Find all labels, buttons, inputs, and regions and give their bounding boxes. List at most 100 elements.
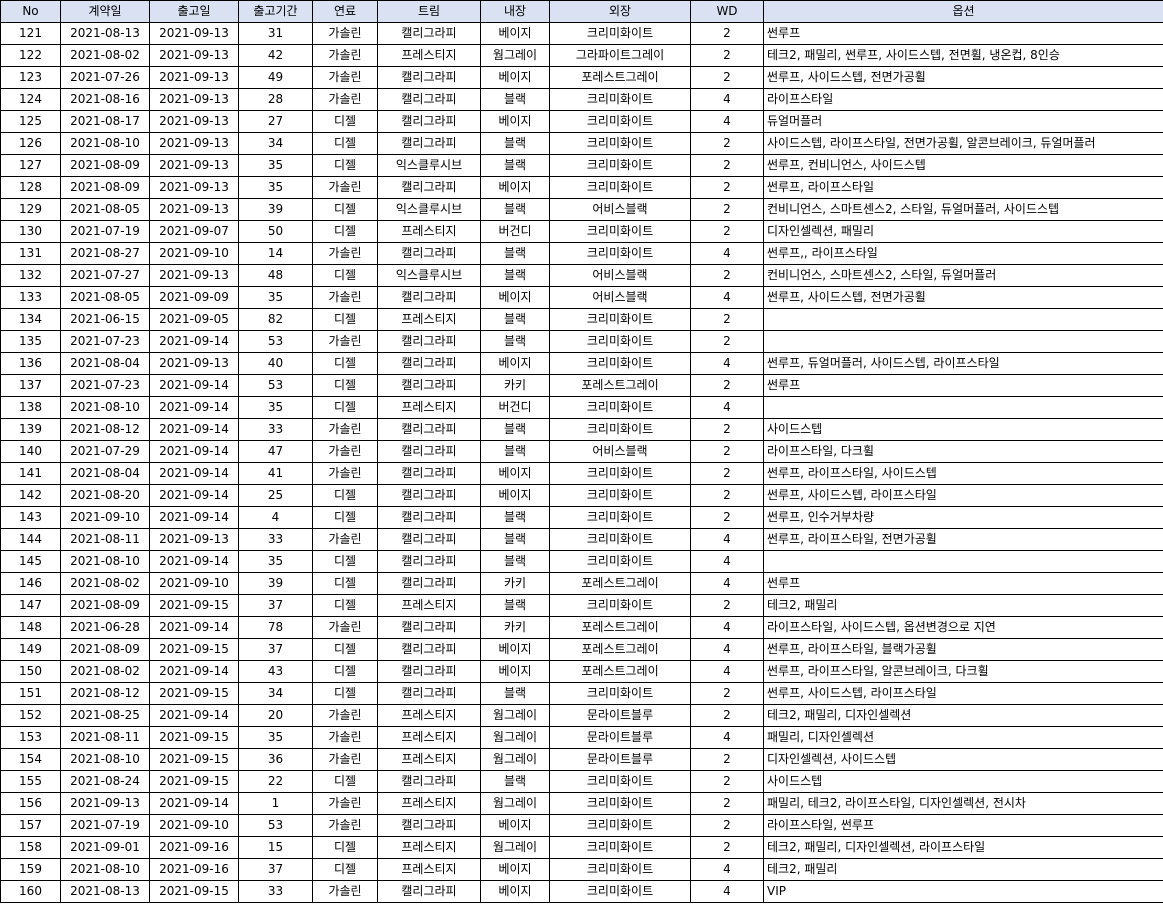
- cell-trim[interactable]: 캘리그라피: [377, 616, 481, 639]
- cell-exterior[interactable]: 크리미화이트: [549, 462, 691, 485]
- cell-exterior[interactable]: 크리미화이트: [549, 770, 691, 793]
- cell-exterior[interactable]: 크리미화이트: [549, 110, 691, 133]
- cell-interior[interactable]: 베이지: [480, 814, 550, 837]
- cell-fuel[interactable]: 가솔린: [312, 242, 378, 265]
- cell-release-date[interactable]: 2021-09-14: [149, 396, 239, 419]
- cell-options[interactable]: [763, 330, 1163, 353]
- cell-release-period[interactable]: 50: [238, 220, 313, 243]
- cell-release-date[interactable]: 2021-09-10: [149, 572, 239, 595]
- cell-trim[interactable]: 프레스티지: [377, 836, 481, 859]
- cell-options[interactable]: 패밀리, 테크2, 라이프스타일, 디자인셀렉션, 전시차: [763, 792, 1163, 815]
- cell-release-period[interactable]: 82: [238, 308, 313, 331]
- cell-wd[interactable]: 2: [690, 440, 764, 463]
- cell-no[interactable]: 150: [0, 660, 61, 683]
- cell-contract-date[interactable]: 2021-08-04: [60, 352, 150, 375]
- cell-wd[interactable]: 2: [690, 814, 764, 837]
- cell-fuel[interactable]: 디젤: [312, 572, 378, 595]
- cell-exterior[interactable]: 포레스트그레이: [549, 374, 691, 397]
- cell-interior[interactable]: 카키: [480, 616, 550, 639]
- cell-interior[interactable]: 블랙: [480, 594, 550, 617]
- cell-options[interactable]: 썬루프, 사이드스텝, 라이프스타일: [763, 682, 1163, 705]
- cell-exterior[interactable]: 크리미화이트: [549, 88, 691, 111]
- cell-no[interactable]: 130: [0, 220, 61, 243]
- cell-options[interactable]: 썬루프, 라이프스타일, 사이드스텝: [763, 462, 1163, 485]
- table-row[interactable]: 137 2021-07-23 2021-09-14 53 디젤 캘리그라피 카키 포레스트그레…: [0, 374, 1163, 397]
- cell-release-date[interactable]: 2021-09-15: [149, 638, 239, 661]
- cell-release-period[interactable]: 43: [238, 660, 313, 683]
- cell-options[interactable]: 썬루프, 사이드스텝, 라이프스타일: [763, 484, 1163, 507]
- cell-wd[interactable]: 2: [690, 66, 764, 89]
- cell-release-period[interactable]: 37: [238, 858, 313, 881]
- cell-options[interactable]: 사이드스텝: [763, 418, 1163, 441]
- cell-trim[interactable]: 캘리그라피: [377, 132, 481, 155]
- cell-wd[interactable]: 4: [690, 726, 764, 749]
- cell-release-period[interactable]: 15: [238, 836, 313, 859]
- cell-no[interactable]: 152: [0, 704, 61, 727]
- cell-no[interactable]: 125: [0, 110, 61, 133]
- table-row[interactable]: 144 2021-08-11 2021-09-13 33 가솔린 캘리그라피 블랙 크리미화이…: [0, 528, 1163, 551]
- cell-wd[interactable]: 2: [690, 22, 764, 45]
- cell-no[interactable]: 129: [0, 198, 61, 221]
- cell-wd[interactable]: 2: [690, 836, 764, 859]
- cell-no[interactable]: 128: [0, 176, 61, 199]
- cell-release-period[interactable]: 14: [238, 242, 313, 265]
- table-row[interactable]: 132 2021-07-27 2021-09-13 48 디젤 익스클루시브 블랙 어비스블랙…: [0, 264, 1163, 287]
- table-row[interactable]: 131 2021-08-27 2021-09-10 14 가솔린 캘리그라피 블랙 크리미화이…: [0, 242, 1163, 265]
- cell-exterior[interactable]: 크리미화이트: [549, 550, 691, 573]
- cell-release-date[interactable]: 2021-09-16: [149, 858, 239, 881]
- cell-contract-date[interactable]: 2021-08-09: [60, 176, 150, 199]
- cell-interior[interactable]: 블랙: [480, 132, 550, 155]
- cell-options[interactable]: 디자인셀렉션, 사이드스텝: [763, 748, 1163, 771]
- cell-contract-date[interactable]: 2021-06-15: [60, 308, 150, 331]
- column-header-trim[interactable]: 트림: [377, 0, 481, 23]
- cell-contract-date[interactable]: 2021-09-13: [60, 792, 150, 815]
- cell-interior[interactable]: 블랙: [480, 264, 550, 287]
- cell-fuel[interactable]: 가솔린: [312, 88, 378, 111]
- cell-fuel[interactable]: 가솔린: [312, 528, 378, 551]
- cell-exterior[interactable]: 크리미화이트: [549, 308, 691, 331]
- cell-trim[interactable]: 캘리그라피: [377, 484, 481, 507]
- cell-contract-date[interactable]: 2021-08-10: [60, 396, 150, 419]
- cell-options[interactable]: 패밀리, 디자인셀렉션: [763, 726, 1163, 749]
- cell-fuel[interactable]: 가솔린: [312, 440, 378, 463]
- table-row[interactable]: 138 2021-08-10 2021-09-14 35 디젤 프레스티지 버건디 크리미화이…: [0, 396, 1163, 419]
- cell-release-period[interactable]: 48: [238, 264, 313, 287]
- cell-no[interactable]: 157: [0, 814, 61, 837]
- cell-fuel[interactable]: 가솔린: [312, 880, 378, 903]
- cell-wd[interactable]: 4: [690, 88, 764, 111]
- table-row[interactable]: 160 2021-08-13 2021-09-15 33 가솔린 캘리그라피 베이지 크리미화…: [0, 880, 1163, 903]
- cell-options[interactable]: 디자인셀렉션, 패밀리: [763, 220, 1163, 243]
- cell-release-period[interactable]: 39: [238, 572, 313, 595]
- cell-release-date[interactable]: 2021-09-14: [149, 330, 239, 353]
- cell-interior[interactable]: 블랙: [480, 770, 550, 793]
- cell-wd[interactable]: 2: [690, 682, 764, 705]
- cell-wd[interactable]: 4: [690, 880, 764, 903]
- cell-interior[interactable]: 베이지: [480, 286, 550, 309]
- table-row[interactable]: 122 2021-08-02 2021-09-13 42 가솔린 프레스티지 웜그레이 그라파…: [0, 44, 1163, 67]
- cell-contract-date[interactable]: 2021-07-19: [60, 814, 150, 837]
- cell-wd[interactable]: 2: [690, 462, 764, 485]
- cell-contract-date[interactable]: 2021-08-04: [60, 462, 150, 485]
- cell-release-period[interactable]: 39: [238, 198, 313, 221]
- cell-no[interactable]: 135: [0, 330, 61, 353]
- cell-release-date[interactable]: 2021-09-15: [149, 748, 239, 771]
- cell-wd[interactable]: 2: [690, 308, 764, 331]
- table-row[interactable]: 126 2021-08-10 2021-09-13 34 디젤 캘리그라피 블랙 크리미화이트…: [0, 132, 1163, 155]
- cell-exterior[interactable]: 크리미화이트: [549, 880, 691, 903]
- cell-release-date[interactable]: 2021-09-14: [149, 462, 239, 485]
- cell-options[interactable]: 썬루프: [763, 374, 1163, 397]
- cell-trim[interactable]: 캘리그라피: [377, 550, 481, 573]
- cell-release-period[interactable]: 33: [238, 880, 313, 903]
- table-row[interactable]: 142 2021-08-20 2021-09-14 25 디젤 캘리그라피 베이지 크리미화이…: [0, 484, 1163, 507]
- cell-contract-date[interactable]: 2021-07-19: [60, 220, 150, 243]
- table-row[interactable]: 136 2021-08-04 2021-09-13 40 디젤 캘리그라피 베이지 크리미화이…: [0, 352, 1163, 375]
- table-row[interactable]: 135 2021-07-23 2021-09-14 53 가솔린 캘리그라피 블랙 크리미화이…: [0, 330, 1163, 353]
- cell-options[interactable]: 썬루프,, 라이프스타일: [763, 242, 1163, 265]
- cell-contract-date[interactable]: 2021-07-23: [60, 374, 150, 397]
- cell-trim[interactable]: 프레스티지: [377, 792, 481, 815]
- table-row[interactable]: 141 2021-08-04 2021-09-14 41 가솔린 캘리그라피 베이지 크리미화…: [0, 462, 1163, 485]
- cell-exterior[interactable]: 포레스트그레이: [549, 638, 691, 661]
- cell-interior[interactable]: 베이지: [480, 638, 550, 661]
- cell-options[interactable]: [763, 396, 1163, 419]
- table-row[interactable]: 145 2021-08-10 2021-09-14 35 디젤 캘리그라피 블랙 크리미화이트…: [0, 550, 1163, 573]
